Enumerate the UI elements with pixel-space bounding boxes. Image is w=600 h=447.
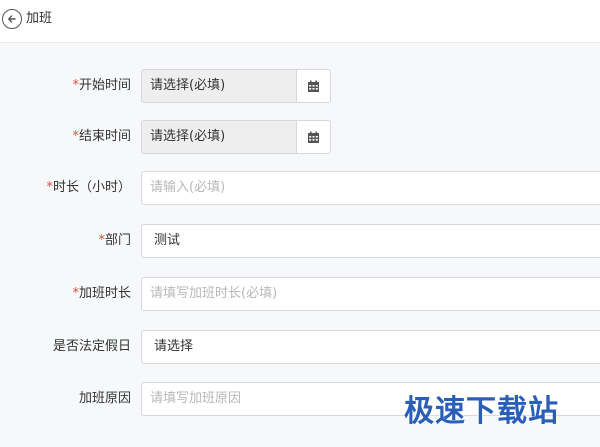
form-row-overtime-duration: *加班时长 请填写加班时长(必填) — [0, 277, 600, 311]
end-time-label: *结束时间 — [72, 129, 131, 144]
end-time-input[interactable]: 请选择(必填) — [141, 120, 297, 154]
form-row-holiday: 是否法定假日 请选择 — [0, 330, 600, 364]
department-label: *部门 — [98, 233, 131, 248]
calendar-icon — [308, 80, 319, 92]
holiday-select[interactable]: 请选择 — [141, 330, 600, 364]
watermark-logo: 极速下载站 — [404, 394, 559, 429]
duration-label: *时长（小时） — [46, 180, 131, 195]
back-button[interactable] — [2, 9, 22, 29]
duration-input[interactable]: 请输入(必填) — [141, 171, 600, 205]
overtime-duration-label: *加班时长 — [72, 286, 131, 301]
start-time-calendar-button[interactable] — [296, 69, 331, 103]
start-time-input[interactable]: 请选择(必填) — [141, 69, 297, 103]
end-time-calendar-button[interactable] — [296, 120, 331, 154]
form-row-start-time: *开始时间 请选择(必填) — [0, 69, 600, 103]
holiday-label: 是否法定假日 — [52, 339, 131, 354]
start-time-label: *开始时间 — [72, 78, 131, 93]
form-row-duration: *时长（小时） 请输入(必填) — [0, 171, 600, 205]
reason-label: 加班原因 — [78, 391, 131, 406]
page-header: 加班 — [0, 0, 600, 43]
calendar-icon — [308, 131, 319, 143]
department-select[interactable]: 测试 — [141, 224, 600, 258]
form-row-department: *部门 测试 — [0, 224, 600, 258]
form-row-end-time: *结束时间 请选择(必填) — [0, 120, 600, 154]
overtime-duration-input[interactable]: 请填写加班时长(必填) — [141, 277, 600, 311]
arrow-left-icon — [8, 15, 16, 23]
page-title: 加班 — [26, 11, 53, 26]
